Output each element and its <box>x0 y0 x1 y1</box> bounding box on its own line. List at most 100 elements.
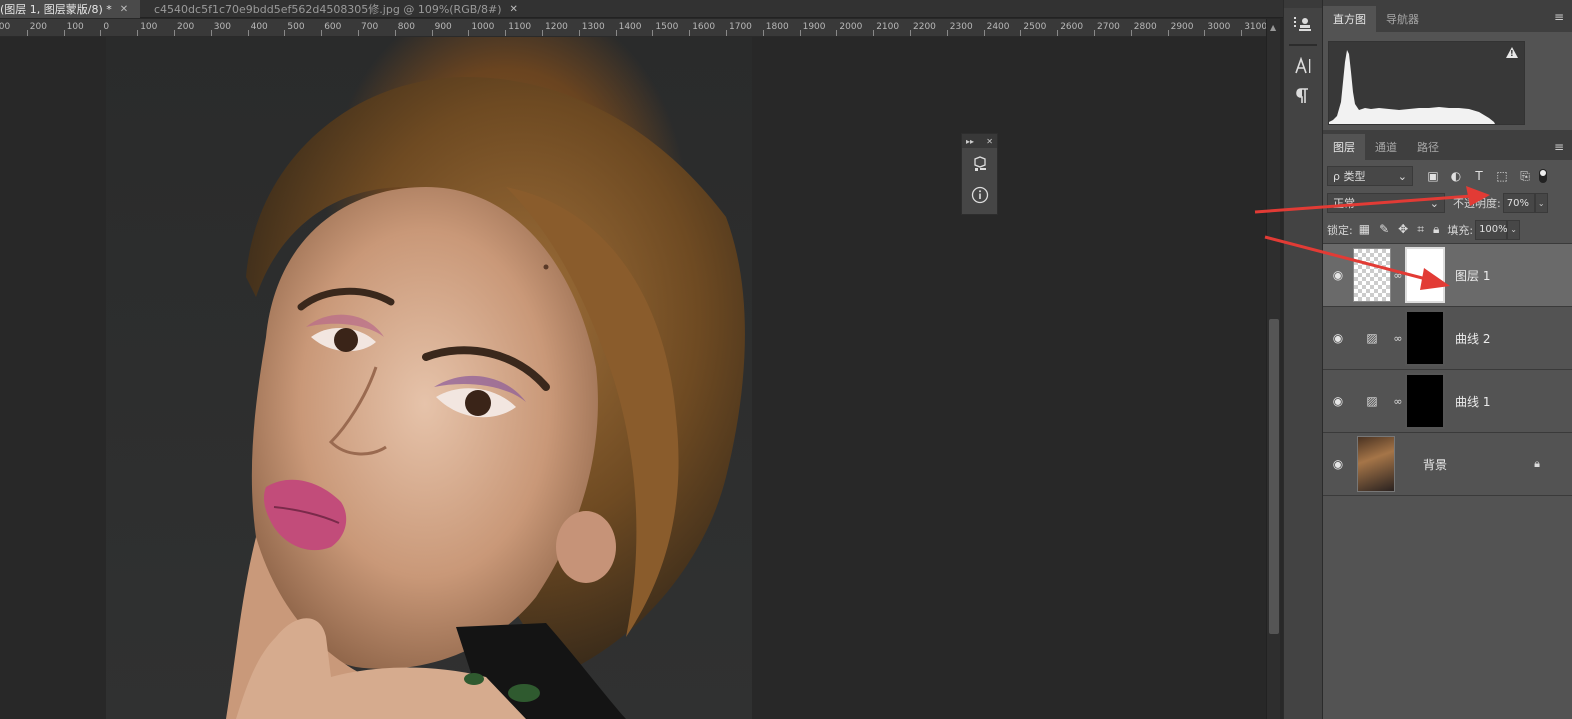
tab-label: c4540dc5f1c70e9bdd5ef562d4508305修.jpg @ … <box>154 3 502 16</box>
vertical-scrollbar[interactable]: ▲ <box>1266 19 1280 719</box>
panel-divider <box>1289 44 1317 46</box>
lock-transparent-icon[interactable]: ▦ <box>1359 222 1370 237</box>
close-icon[interactable]: ✕ <box>986 137 993 146</box>
scrollbar-thumb[interactable] <box>1269 319 1279 634</box>
ruler-tick <box>799 30 801 36</box>
shape-filter-icon[interactable]: ⬚ <box>1494 169 1510 184</box>
link-icon[interactable]: ∞ <box>1391 395 1405 408</box>
ruler-tick-label: 200 <box>177 22 195 32</box>
lock-paint-icon[interactable]: ✎ <box>1379 222 1389 237</box>
lock-all-icon[interactable]: 🔒︎ <box>1433 222 1439 237</box>
chevron-down-icon[interactable]: ⌄ <box>1534 193 1548 213</box>
eye-icon[interactable]: ◉ <box>1323 331 1353 345</box>
layer-row-curves2[interactable]: ◉ ▨ ∞ 曲线 2 <box>1323 307 1572 370</box>
ruler-tick <box>431 30 433 36</box>
ruler-tick <box>174 30 175 36</box>
tab-current-document[interactable]: (图层 1, 图层蒙版/8) * ✕ <box>0 0 140 18</box>
panel-menu-icon[interactable]: ≡ <box>1554 10 1564 24</box>
tab-histogram[interactable]: 直方图 <box>1323 6 1376 32</box>
lock-artboard-icon[interactable]: ⌗ <box>1417 222 1424 237</box>
ruler-tick <box>983 30 985 36</box>
float-panel-header[interactable]: ▸▸ ✕ <box>962 134 997 148</box>
fill-input[interactable]: 100% <box>1475 219 1508 240</box>
ruler-tick <box>873 30 875 36</box>
layer-row-layer1[interactable]: ◉ ∞ 图层 1 <box>1323 244 1572 307</box>
close-icon[interactable]: ✕ <box>509 4 517 15</box>
adjustment-filter-icon[interactable]: ◐ <box>1448 169 1464 184</box>
3d-cube-icon[interactable] <box>967 152 993 178</box>
ruler-tick <box>1020 30 1022 36</box>
image-filter-icon[interactable]: ▣ <box>1425 169 1441 184</box>
opacity-input[interactable]: 70% <box>1502 193 1535 213</box>
ruler-tick-label: 0 <box>103 22 110 32</box>
warning-icon[interactable]: ! <box>1506 47 1518 58</box>
layers-panel: 图层 通道 路径 ≡ ρ 类型 ⌄ ▣ ◐ T ⬚ ⎘ 正常 ⌄ 不透明度: 7… <box>1323 130 1572 719</box>
ruler-tick <box>578 30 580 36</box>
ruler-tick-label: 400 <box>250 22 268 32</box>
layer-name[interactable]: 曲线 1 <box>1455 393 1490 410</box>
ruler-tick-label: 2700 <box>1097 22 1120 32</box>
character-panel-icon[interactable] <box>1289 52 1317 80</box>
info-icon[interactable] <box>967 182 993 208</box>
layer-mask-thumbnail[interactable] <box>1405 310 1445 366</box>
tab-channels[interactable]: 通道 <box>1365 134 1407 160</box>
ruler-tick-label: 700 <box>361 22 379 32</box>
blend-opacity-row: 正常 ⌄ 不透明度: 70% ⌄ <box>1323 190 1572 216</box>
panel-menu-icon[interactable]: ≡ <box>1554 140 1564 154</box>
chevron-down-icon[interactable]: ⌄ <box>1507 219 1521 240</box>
link-icon[interactable]: ∞ <box>1391 269 1405 282</box>
layer-row-curves1[interactable]: ◉ ▨ ∞ 曲线 1 <box>1323 370 1572 433</box>
lock-icon: 🔒︎ <box>1534 457 1540 470</box>
fill-label: 填充: <box>1447 223 1474 237</box>
curves-adjustment-icon[interactable]: ▨ <box>1353 394 1391 408</box>
tab-paths[interactable]: 路径 <box>1407 134 1449 160</box>
layer-mask-thumbnail[interactable] <box>1405 247 1445 303</box>
eye-icon[interactable]: ◉ <box>1323 457 1353 471</box>
ruler-tick <box>210 30 212 36</box>
smart-object-filter-icon[interactable]: ⎘ <box>1517 169 1533 184</box>
portrait-photo[interactable] <box>106 37 752 719</box>
canvas-area[interactable]: ▸▸ ✕ <box>0 37 1266 719</box>
lock-move-icon[interactable]: ✥ <box>1398 222 1408 237</box>
ruler-tick-label: 2000 <box>839 22 863 32</box>
filter-icons: ▣ ◐ T ⬚ ⎘ <box>1425 169 1533 184</box>
link-icon[interactable]: ∞ <box>1391 332 1405 345</box>
ruler-tick <box>394 30 396 36</box>
eye-icon[interactable]: ◉ <box>1323 394 1353 408</box>
ruler-tick <box>1057 30 1059 36</box>
ruler-tick-label: 1900 <box>802 22 826 32</box>
ruler-tick-label: 1500 <box>655 22 679 32</box>
tab-jpg-document[interactable]: c4540dc5f1c70e9bdd5ef562d4508305修.jpg @ … <box>140 0 526 18</box>
ruler-tick-label: 1400 <box>618 22 642 32</box>
portrait-illustration <box>226 77 745 719</box>
clone-source-icon[interactable] <box>1289 10 1317 38</box>
collapse-icon[interactable]: ▸▸ <box>966 137 974 146</box>
layer-thumbnail[interactable] <box>1353 248 1391 302</box>
tab-layers[interactable]: 图层 <box>1323 134 1365 160</box>
layer-thumbnail[interactable] <box>1357 436 1395 492</box>
text-filter-icon[interactable]: T <box>1471 169 1487 184</box>
ruler-tick <box>26 30 28 36</box>
layer-filter-row: ρ 类型 ⌄ ▣ ◐ T ⬚ ⎘ <box>1323 162 1572 190</box>
filter-type-select[interactable]: ρ 类型 ⌄ <box>1327 166 1413 186</box>
ruler-tick-label: 1600 <box>692 22 716 32</box>
layer-name[interactable]: 曲线 2 <box>1455 330 1490 347</box>
ruler-tick-label: 2400 <box>986 22 1010 32</box>
curves-adjustment-icon[interactable]: ▨ <box>1353 331 1391 345</box>
layer-name[interactable]: 背景 <box>1423 456 1447 473</box>
close-icon[interactable]: ✕ <box>120 4 128 15</box>
ruler-tick-label: 1300 <box>581 22 605 32</box>
filter-toggle[interactable] <box>1539 169 1547 183</box>
tab-navigator[interactable]: 导航器 <box>1376 6 1429 32</box>
eye-icon[interactable]: ◉ <box>1323 268 1353 282</box>
lock-icons: ▦ ✎ ✥ ⌗ 🔒︎ <box>1359 222 1440 237</box>
scroll-up-icon[interactable]: ▲ <box>1270 23 1276 32</box>
layer-name[interactable]: 图层 1 <box>1455 267 1490 284</box>
layer-row-background[interactable]: ◉ 背景 🔒︎ <box>1323 433 1572 496</box>
ruler-tick-label: 300 <box>0 22 11 32</box>
paragraph-panel-icon[interactable] <box>1289 82 1317 110</box>
layers-list: ◉ ∞ 图层 1 ◉ ▨ ∞ 曲线 2 ◉ ▨ ∞ 曲线 1 ◉ 背景 🔒︎ <box>1323 244 1572 496</box>
document-tab-bar: (图层 1, 图层蒙版/8) * ✕ c4540dc5f1c70e9bdd5ef… <box>0 0 1283 18</box>
blend-mode-select[interactable]: 正常 ⌄ <box>1327 193 1445 213</box>
layer-mask-thumbnail[interactable] <box>1405 373 1445 429</box>
